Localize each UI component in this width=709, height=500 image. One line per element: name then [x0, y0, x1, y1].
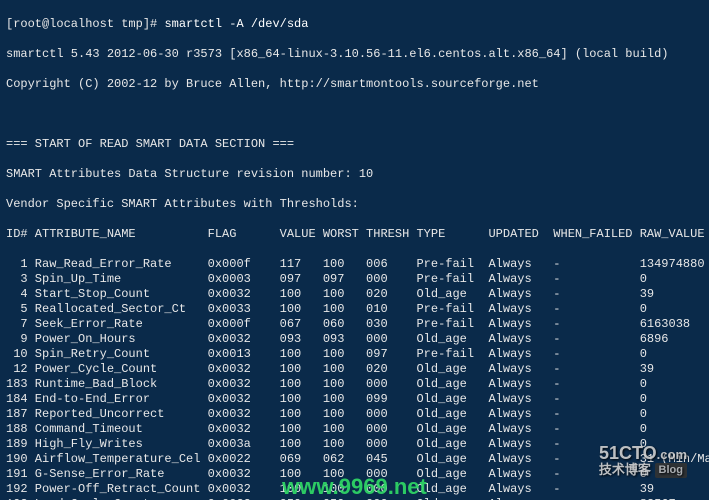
terminal-output[interactable]: [root@localhost tmp]# smartctl -A /dev/s…	[0, 0, 709, 500]
copyright-line: Copyright (C) 2002-12 by Bruce Allen, ht…	[6, 77, 703, 92]
section-header: === START OF READ SMART DATA SECTION ===	[6, 137, 703, 152]
prompt-line: [root@localhost tmp]# smartctl -A /dev/s…	[6, 17, 703, 32]
table-row: 7 Seek_Error_Rate 0x000f 067 060 030 Pre…	[6, 317, 703, 332]
table-row: 3 Spin_Up_Time 0x0003 097 097 000 Pre-fa…	[6, 272, 703, 287]
command-text: smartctl -A /dev/sda	[164, 17, 308, 31]
table-row: 5 Reallocated_Sector_Ct 0x0033 100 100 0…	[6, 302, 703, 317]
shell-prompt: [root@localhost tmp]#	[6, 17, 164, 31]
version-line: smartctl 5.43 2012-06-30 r3573 [x86_64-l…	[6, 47, 703, 62]
table-row: 191 G-Sense_Error_Rate 0x0032 100 100 00…	[6, 467, 703, 482]
blank-line	[6, 107, 703, 122]
table-row: 192 Power-Off_Retract_Count 0x0032 100 1…	[6, 482, 703, 497]
table-row: 190 Airflow_Temperature_Cel 0x0022 069 0…	[6, 452, 703, 467]
table-row: 1 Raw_Read_Error_Rate 0x000f 117 100 006…	[6, 257, 703, 272]
struct-rev-line: SMART Attributes Data Structure revision…	[6, 167, 703, 182]
table-row: 4 Start_Stop_Count 0x0032 100 100 020 Ol…	[6, 287, 703, 302]
table-row: 184 End-to-End_Error 0x0032 100 100 099 …	[6, 392, 703, 407]
table-row: 183 Runtime_Bad_Block 0x0032 100 100 000…	[6, 377, 703, 392]
table-row: 187 Reported_Uncorrect 0x0032 100 100 00…	[6, 407, 703, 422]
table-row: 9 Power_On_Hours 0x0032 093 093 000 Old_…	[6, 332, 703, 347]
table-row: 188 Command_Timeout 0x0032 100 100 000 O…	[6, 422, 703, 437]
table-header: ID# ATTRIBUTE_NAME FLAG VALUE WORST THRE…	[6, 227, 703, 242]
table-row: 189 High_Fly_Writes 0x003a 100 100 000 O…	[6, 437, 703, 452]
table-row: 12 Power_Cycle_Count 0x0032 100 100 020 …	[6, 362, 703, 377]
vendor-line: Vendor Specific SMART Attributes with Th…	[6, 197, 703, 212]
table-row: 10 Spin_Retry_Count 0x0013 100 100 097 P…	[6, 347, 703, 362]
